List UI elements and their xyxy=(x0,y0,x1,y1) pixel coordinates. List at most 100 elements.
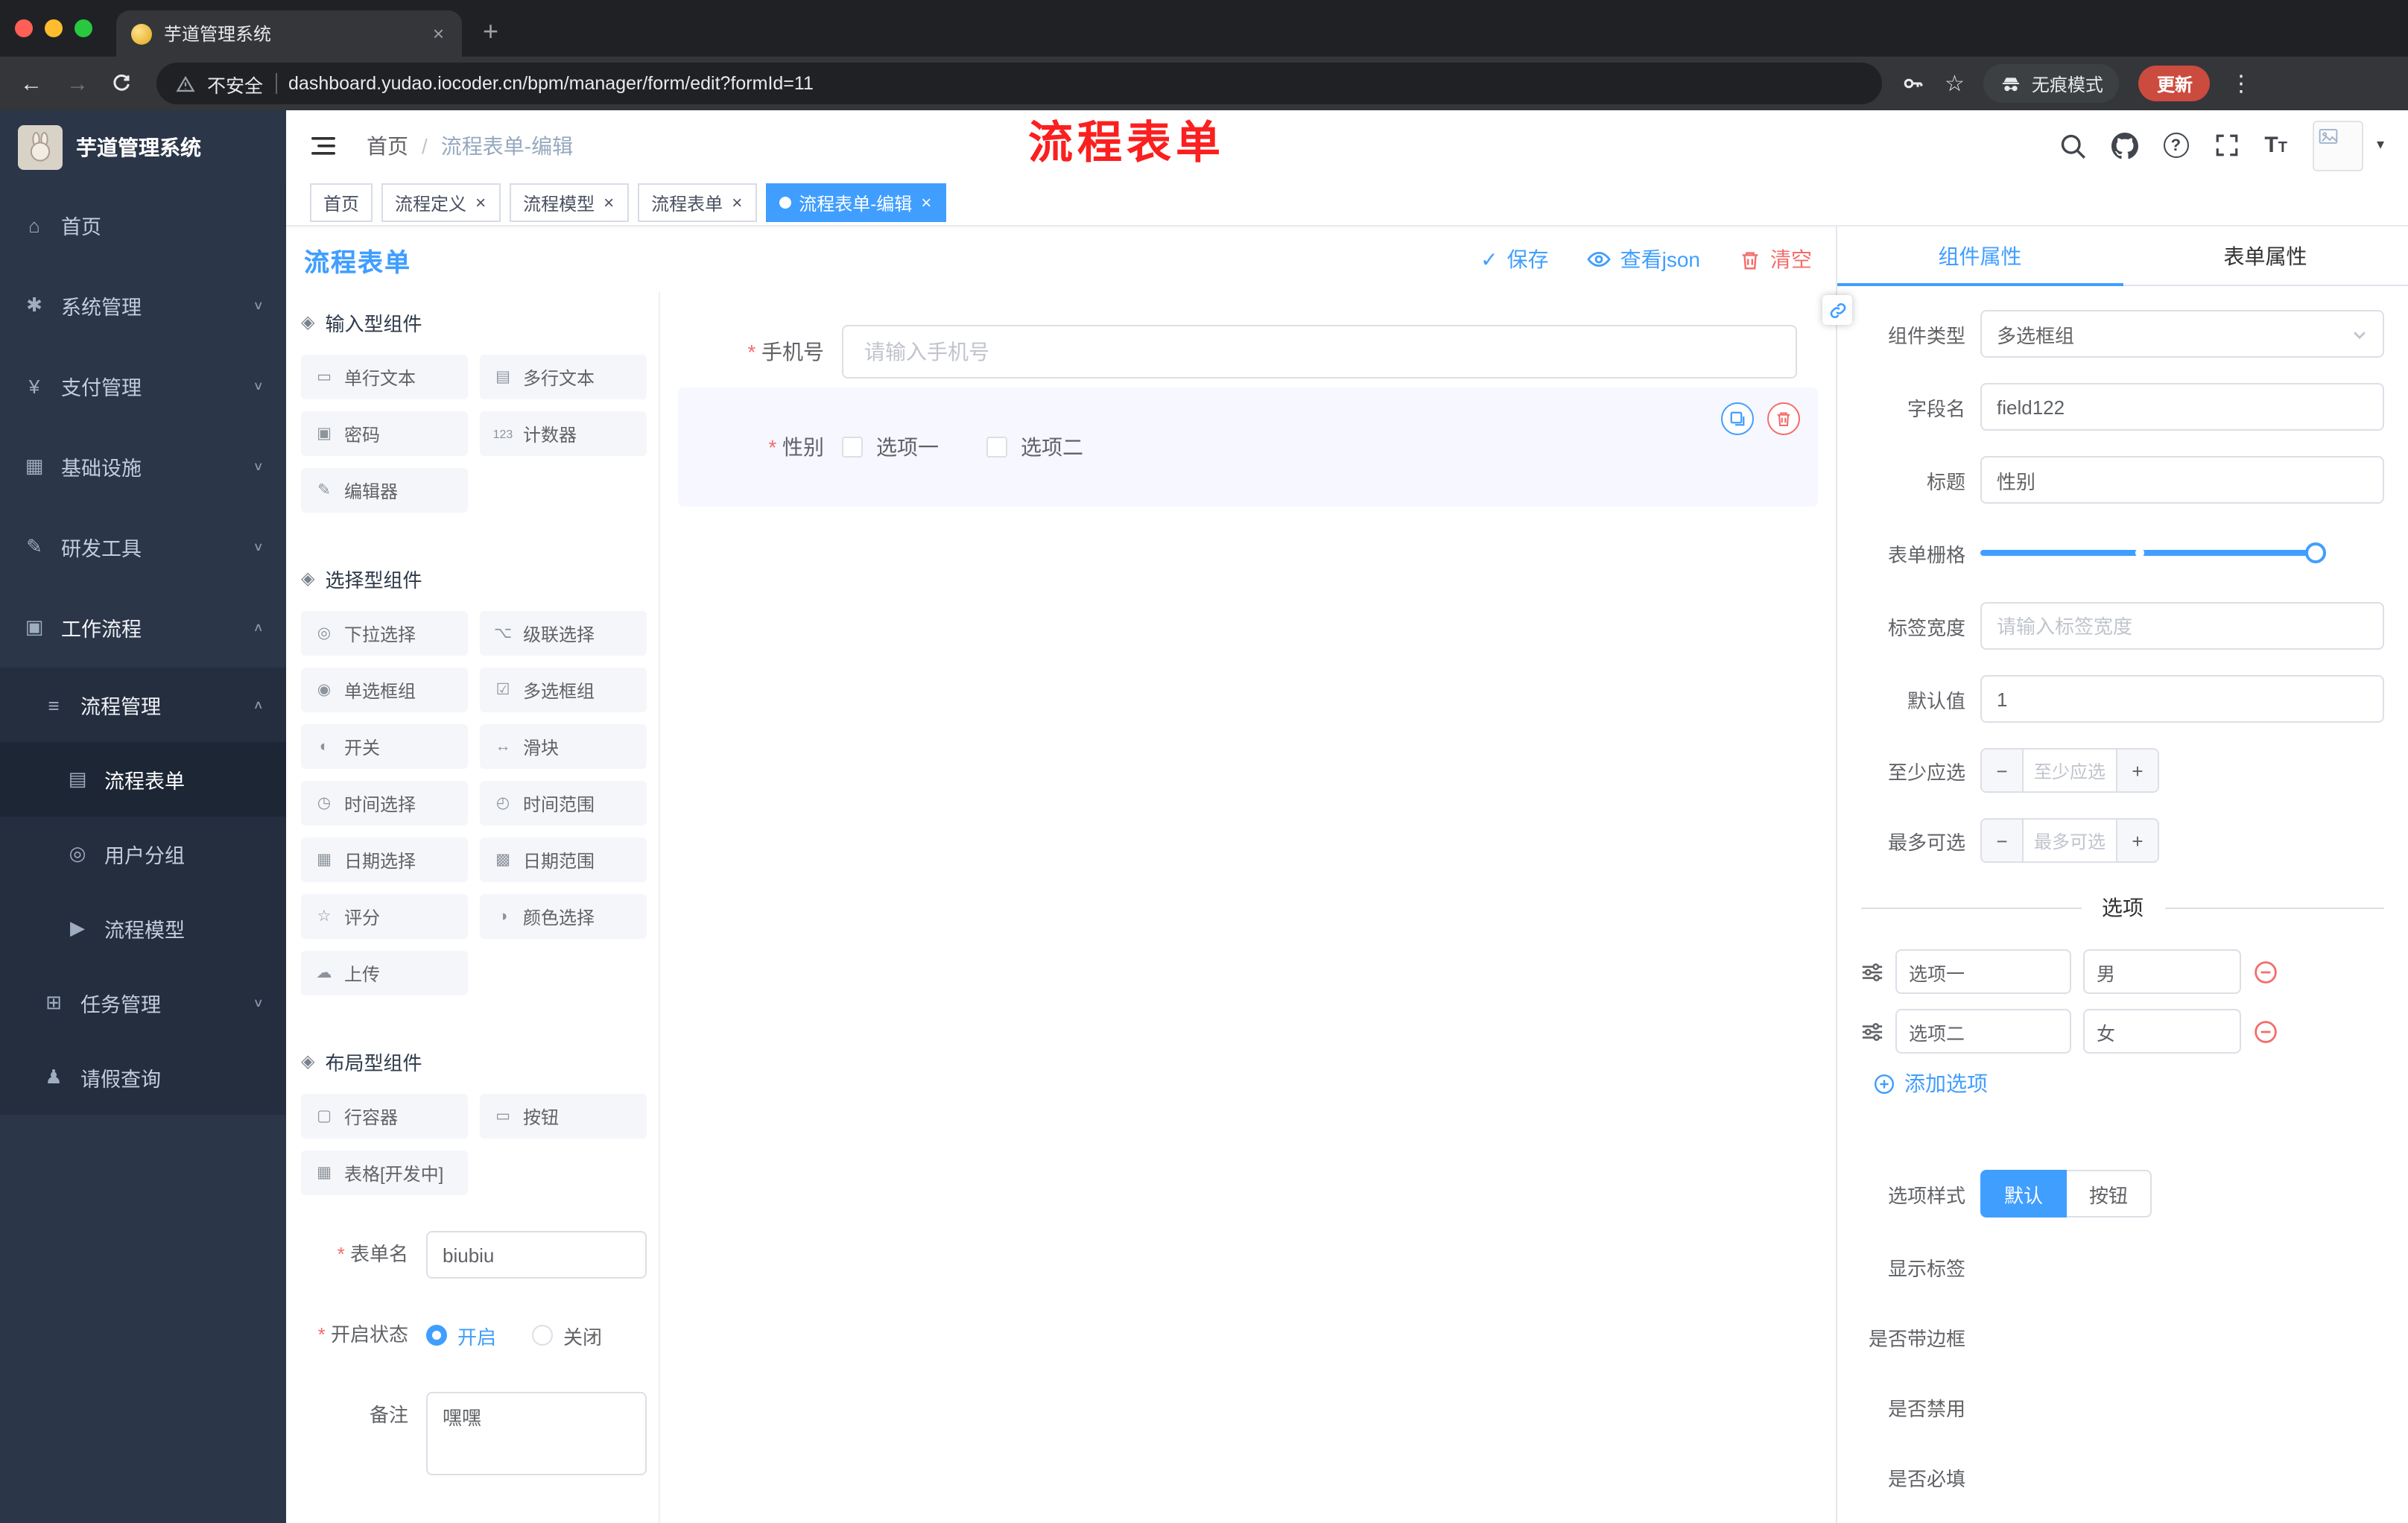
back-icon[interactable]: ← xyxy=(18,72,45,95)
phone-input[interactable] xyxy=(842,325,1797,379)
tag-process-form[interactable]: 流程表单 × xyxy=(638,183,758,222)
sidebar-item-process-management[interactable]: ≡ 流程管理 ∧ xyxy=(0,668,286,742)
avatar[interactable] xyxy=(2312,120,2363,171)
tag-process-form-edit[interactable]: 流程表单-编辑 × xyxy=(766,183,947,222)
url-bar[interactable]: 不安全 dashboard.yudao.iocoder.cn/bpm/manag… xyxy=(156,63,1882,104)
decrease-button[interactable]: − xyxy=(1982,750,2024,791)
style-default-button[interactable]: 默认 xyxy=(1980,1170,2068,1218)
tag-close-icon[interactable]: × xyxy=(730,194,744,212)
palette-item-button[interactable]: ▭ 按钮 xyxy=(480,1094,647,1139)
checkbox-option-one[interactable]: 选项一 xyxy=(842,432,939,462)
browser-menu-kebab-icon[interactable]: ⋮ xyxy=(2230,70,2252,97)
decrease-button[interactable]: − xyxy=(1982,820,2024,861)
component-type-select[interactable]: 多选框组 xyxy=(1980,310,2384,358)
font-size-icon[interactable]: TT xyxy=(2264,133,2287,158)
option-name-input[interactable] xyxy=(1895,949,2071,994)
option-value-input[interactable] xyxy=(2083,1009,2241,1054)
tag-process-model[interactable]: 流程模型 × xyxy=(510,183,630,222)
palette-item-checkbox-group[interactable]: ☑ 多选框组 xyxy=(480,668,647,712)
title-input[interactable] xyxy=(1980,456,2384,504)
palette-item-password[interactable]: ▣ 密码 xyxy=(301,411,468,456)
palette-item-time-range[interactable]: ◴ 时间范围 xyxy=(480,781,647,826)
breadcrumb-home[interactable]: 首页 xyxy=(367,130,408,160)
tag-close-icon[interactable]: × xyxy=(474,194,487,212)
browser-tab[interactable]: 芋道管理系统 × xyxy=(116,10,462,57)
view-json-button[interactable]: 查看json xyxy=(1587,244,1700,274)
option-drag-icon[interactable] xyxy=(1861,1020,1883,1042)
tab-component-props[interactable]: 组件属性 xyxy=(1837,227,2123,286)
bookmark-star-icon[interactable]: ☆ xyxy=(1945,70,1965,97)
palette-item-date-range[interactable]: ▩ 日期范围 xyxy=(480,838,647,882)
sidebar-item-process-form[interactable]: ▤ 流程表单 xyxy=(0,742,286,817)
minimize-window-button[interactable] xyxy=(45,19,63,37)
radio-open[interactable]: 开启 xyxy=(426,1321,496,1349)
search-icon[interactable] xyxy=(2059,132,2085,159)
slider-track[interactable] xyxy=(1980,550,2320,556)
palette-item-date-picker[interactable]: ▦ 日期选择 xyxy=(301,838,468,882)
tab-close-icon[interactable]: × xyxy=(430,22,447,45)
palette-item-slider[interactable]: ↔ 滑块 xyxy=(480,724,647,769)
canvas-field-gender-selected[interactable]: 性别 选项一 选项二 xyxy=(678,387,1818,507)
radio-closed[interactable]: 关闭 xyxy=(532,1321,602,1349)
palette-item-switch[interactable]: ◐ 开关 xyxy=(301,724,468,769)
option-drag-icon[interactable] xyxy=(1861,960,1883,983)
key-icon[interactable] xyxy=(1901,72,1925,95)
reload-icon[interactable] xyxy=(110,72,137,95)
palette-item-rate[interactable]: ☆ 评分 xyxy=(301,894,468,939)
sidebar-item-process-model[interactable]: ▶ 流程模型 xyxy=(0,891,286,966)
save-button[interactable]: ✓ 保存 xyxy=(1480,244,1548,274)
sidebar-item-system-management[interactable]: ✱ 系统管理 ∨ xyxy=(0,265,286,346)
palette-item-multiline-text[interactable]: ▤ 多行文本 xyxy=(480,355,647,399)
remove-option-button[interactable] xyxy=(2253,959,2278,984)
add-option-button[interactable]: 添加选项 xyxy=(1873,1068,2384,1098)
delete-field-button[interactable] xyxy=(1767,402,1800,435)
sidebar-item-dev-tools[interactable]: ✎ 研发工具 ∨ xyxy=(0,507,286,587)
field-name-input[interactable] xyxy=(1980,383,2384,431)
palette-item-time-picker[interactable]: ◷ 时间选择 xyxy=(301,781,468,826)
palette-item-radio-group[interactable]: ◉ 单选框组 xyxy=(301,668,468,712)
option-value-input[interactable] xyxy=(2083,949,2241,994)
option-name-input[interactable] xyxy=(1895,1009,2071,1054)
duplicate-field-button[interactable] xyxy=(1721,402,1754,435)
sidebar-item-workflow[interactable]: ▣ 工作流程 ∧ xyxy=(0,587,286,668)
palette-item-upload[interactable]: ☁ 上传 xyxy=(301,951,468,995)
close-window-button[interactable] xyxy=(15,19,33,37)
sidebar-item-leave-query[interactable]: ♟ 请假查询 xyxy=(0,1040,286,1115)
palette-item-row-container[interactable]: ▢ 行容器 xyxy=(301,1094,468,1139)
remove-option-button[interactable] xyxy=(2253,1019,2278,1044)
checkbox-option-two[interactable]: 选项二 xyxy=(986,432,1083,462)
browser-update-button[interactable]: 更新 xyxy=(2138,66,2211,101)
tag-home[interactable]: 首页 xyxy=(310,183,373,222)
palette-item-color-picker[interactable]: ◑ 颜色选择 xyxy=(480,894,647,939)
canvas-field-phone[interactable]: 手机号 xyxy=(678,325,1818,379)
palette-item-counter[interactable]: 123 计数器 xyxy=(480,411,647,456)
fullscreen-icon[interactable] xyxy=(2214,133,2239,158)
hamburger-icon[interactable] xyxy=(310,132,337,159)
help-icon[interactable]: ? xyxy=(2163,133,2189,158)
incognito-badge[interactable]: 无痕模式 xyxy=(1983,64,2120,103)
sidebar-item-home[interactable]: ⌂ 首页 xyxy=(0,185,286,265)
min-select-value[interactable]: 至少应选 xyxy=(2024,750,2116,791)
tag-process-definition[interactable]: 流程定义 × xyxy=(381,183,501,222)
palette-item-cascader[interactable]: ⌥ 级联选择 xyxy=(480,611,647,656)
style-button-button[interactable]: 按钮 xyxy=(2067,1170,2152,1218)
link-badge-button[interactable] xyxy=(1822,295,1852,325)
sidebar-item-payment-management[interactable]: ¥ 支付管理 ∨ xyxy=(0,346,286,426)
sidebar-item-task-management[interactable]: ⊞ 任务管理 ∨ xyxy=(0,966,286,1040)
github-icon[interactable] xyxy=(2111,132,2138,159)
increase-button[interactable]: + xyxy=(2116,820,2158,861)
form-name-input[interactable] xyxy=(426,1231,647,1279)
clear-button[interactable]: 清空 xyxy=(1739,244,1812,274)
slider-handle[interactable] xyxy=(2305,542,2326,563)
grid-slider[interactable] xyxy=(1980,529,2326,577)
increase-button[interactable]: + xyxy=(2116,750,2158,791)
max-select-value[interactable]: 最多可选 xyxy=(2024,820,2116,861)
label-width-input[interactable] xyxy=(1980,602,2384,650)
tag-close-icon[interactable]: × xyxy=(919,194,933,212)
avatar-caret-icon[interactable]: ▾ xyxy=(2377,137,2384,153)
tab-form-props[interactable]: 表单属性 xyxy=(2123,227,2408,285)
tag-close-icon[interactable]: × xyxy=(602,194,615,212)
form-remark-textarea[interactable]: 嘿嘿 xyxy=(426,1392,647,1475)
palette-item-single-line-text[interactable]: ▭ 单行文本 xyxy=(301,355,468,399)
forward-icon[interactable]: → xyxy=(64,72,91,95)
